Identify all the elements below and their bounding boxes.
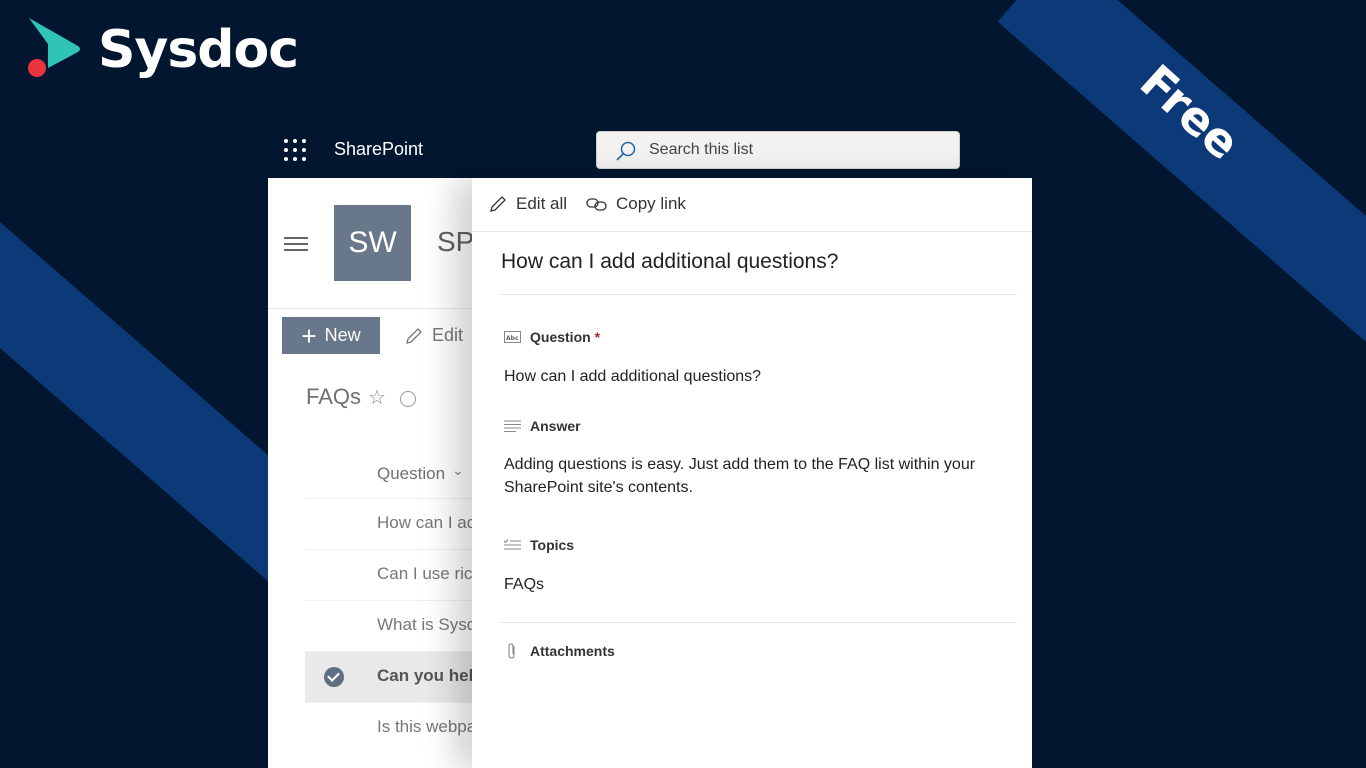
search-icon <box>616 141 636 161</box>
answer-label: Answer <box>530 418 581 434</box>
list-item-text: Is this webpa <box>377 717 477 736</box>
paperclip-icon <box>508 643 515 659</box>
svg-text:Abc: Abc <box>506 335 519 342</box>
edit-button[interactable]: Edit <box>404 325 463 346</box>
attachments-label: Attachments <box>530 643 615 659</box>
list-item-text: How can I ad <box>377 513 477 532</box>
site-logo[interactable]: SW <box>334 205 411 281</box>
suite-bar: SharePoint Search this list <box>268 124 1032 178</box>
list-item-text: Can I use rich <box>377 564 482 583</box>
panel-command-bar: Edit all Copy link <box>472 178 1032 232</box>
search-box[interactable]: Search this list <box>596 131 960 169</box>
panel-heading: How can I add additional questions? <box>501 250 839 273</box>
column-header-question[interactable]: Question <box>377 464 445 484</box>
choice-list-icon <box>504 539 521 550</box>
pencil-icon <box>490 196 506 212</box>
question-label: Question <box>530 329 591 345</box>
plus-icon: + <box>301 320 317 351</box>
status-check-icon <box>400 391 416 407</box>
divider <box>500 622 1017 623</box>
answer-field-value[interactable]: Adding questions is easy. Just add them … <box>504 453 1004 499</box>
question-field-value[interactable]: How can I add additional questions? <box>504 365 761 388</box>
site-title[interactable]: SP <box>437 226 474 258</box>
multiline-text-icon <box>504 420 521 432</box>
new-button[interactable]: + New <box>282 317 380 354</box>
copy-link-button[interactable]: Copy link <box>586 194 686 214</box>
chevron-down-icon[interactable]: ⌄ <box>452 463 464 479</box>
attachments-field-label[interactable]: Attachments <box>504 643 615 659</box>
topics-field-label: Topics <box>504 537 574 553</box>
app-name[interactable]: SharePoint <box>334 139 423 160</box>
edit-button-label: Edit <box>432 325 464 345</box>
required-mark: * <box>594 329 601 345</box>
edit-all-button[interactable]: Edit all <box>488 194 567 214</box>
decorative-stripe-right <box>997 0 1366 390</box>
edit-all-label: Edit all <box>516 194 568 213</box>
copy-link-label: Copy link <box>616 194 686 213</box>
hamburger-menu-icon[interactable] <box>284 237 308 251</box>
sysdoc-logo-icon <box>28 18 80 77</box>
sharepoint-window: SharePoint Search this list SW SP + New … <box>268 124 1032 768</box>
row-selected-check-icon[interactable] <box>324 667 344 687</box>
topics-label: Topics <box>530 537 575 553</box>
answer-field-label: Answer <box>504 418 581 434</box>
favorite-star-icon[interactable]: ☆ <box>368 385 386 409</box>
search-placeholder: Search this list <box>649 141 754 158</box>
list-title: FAQs <box>306 384 362 409</box>
brand-name: Sysdoc <box>98 20 299 80</box>
question-field-label: Abc Question * <box>504 329 600 345</box>
list-item-text: What is Sysdo <box>377 615 486 634</box>
app-launcher-icon[interactable] <box>284 139 308 163</box>
text-field-icon: Abc <box>504 331 521 343</box>
link-icon <box>586 198 607 211</box>
item-details-panel: Edit all Copy link How can I add additio… <box>472 178 1032 768</box>
pencil-icon <box>406 327 422 344</box>
topics-field-value[interactable]: FAQs <box>504 573 544 596</box>
divider <box>500 294 1017 295</box>
list-item-text: Can you help <box>377 666 484 685</box>
new-button-label: New <box>324 325 361 345</box>
